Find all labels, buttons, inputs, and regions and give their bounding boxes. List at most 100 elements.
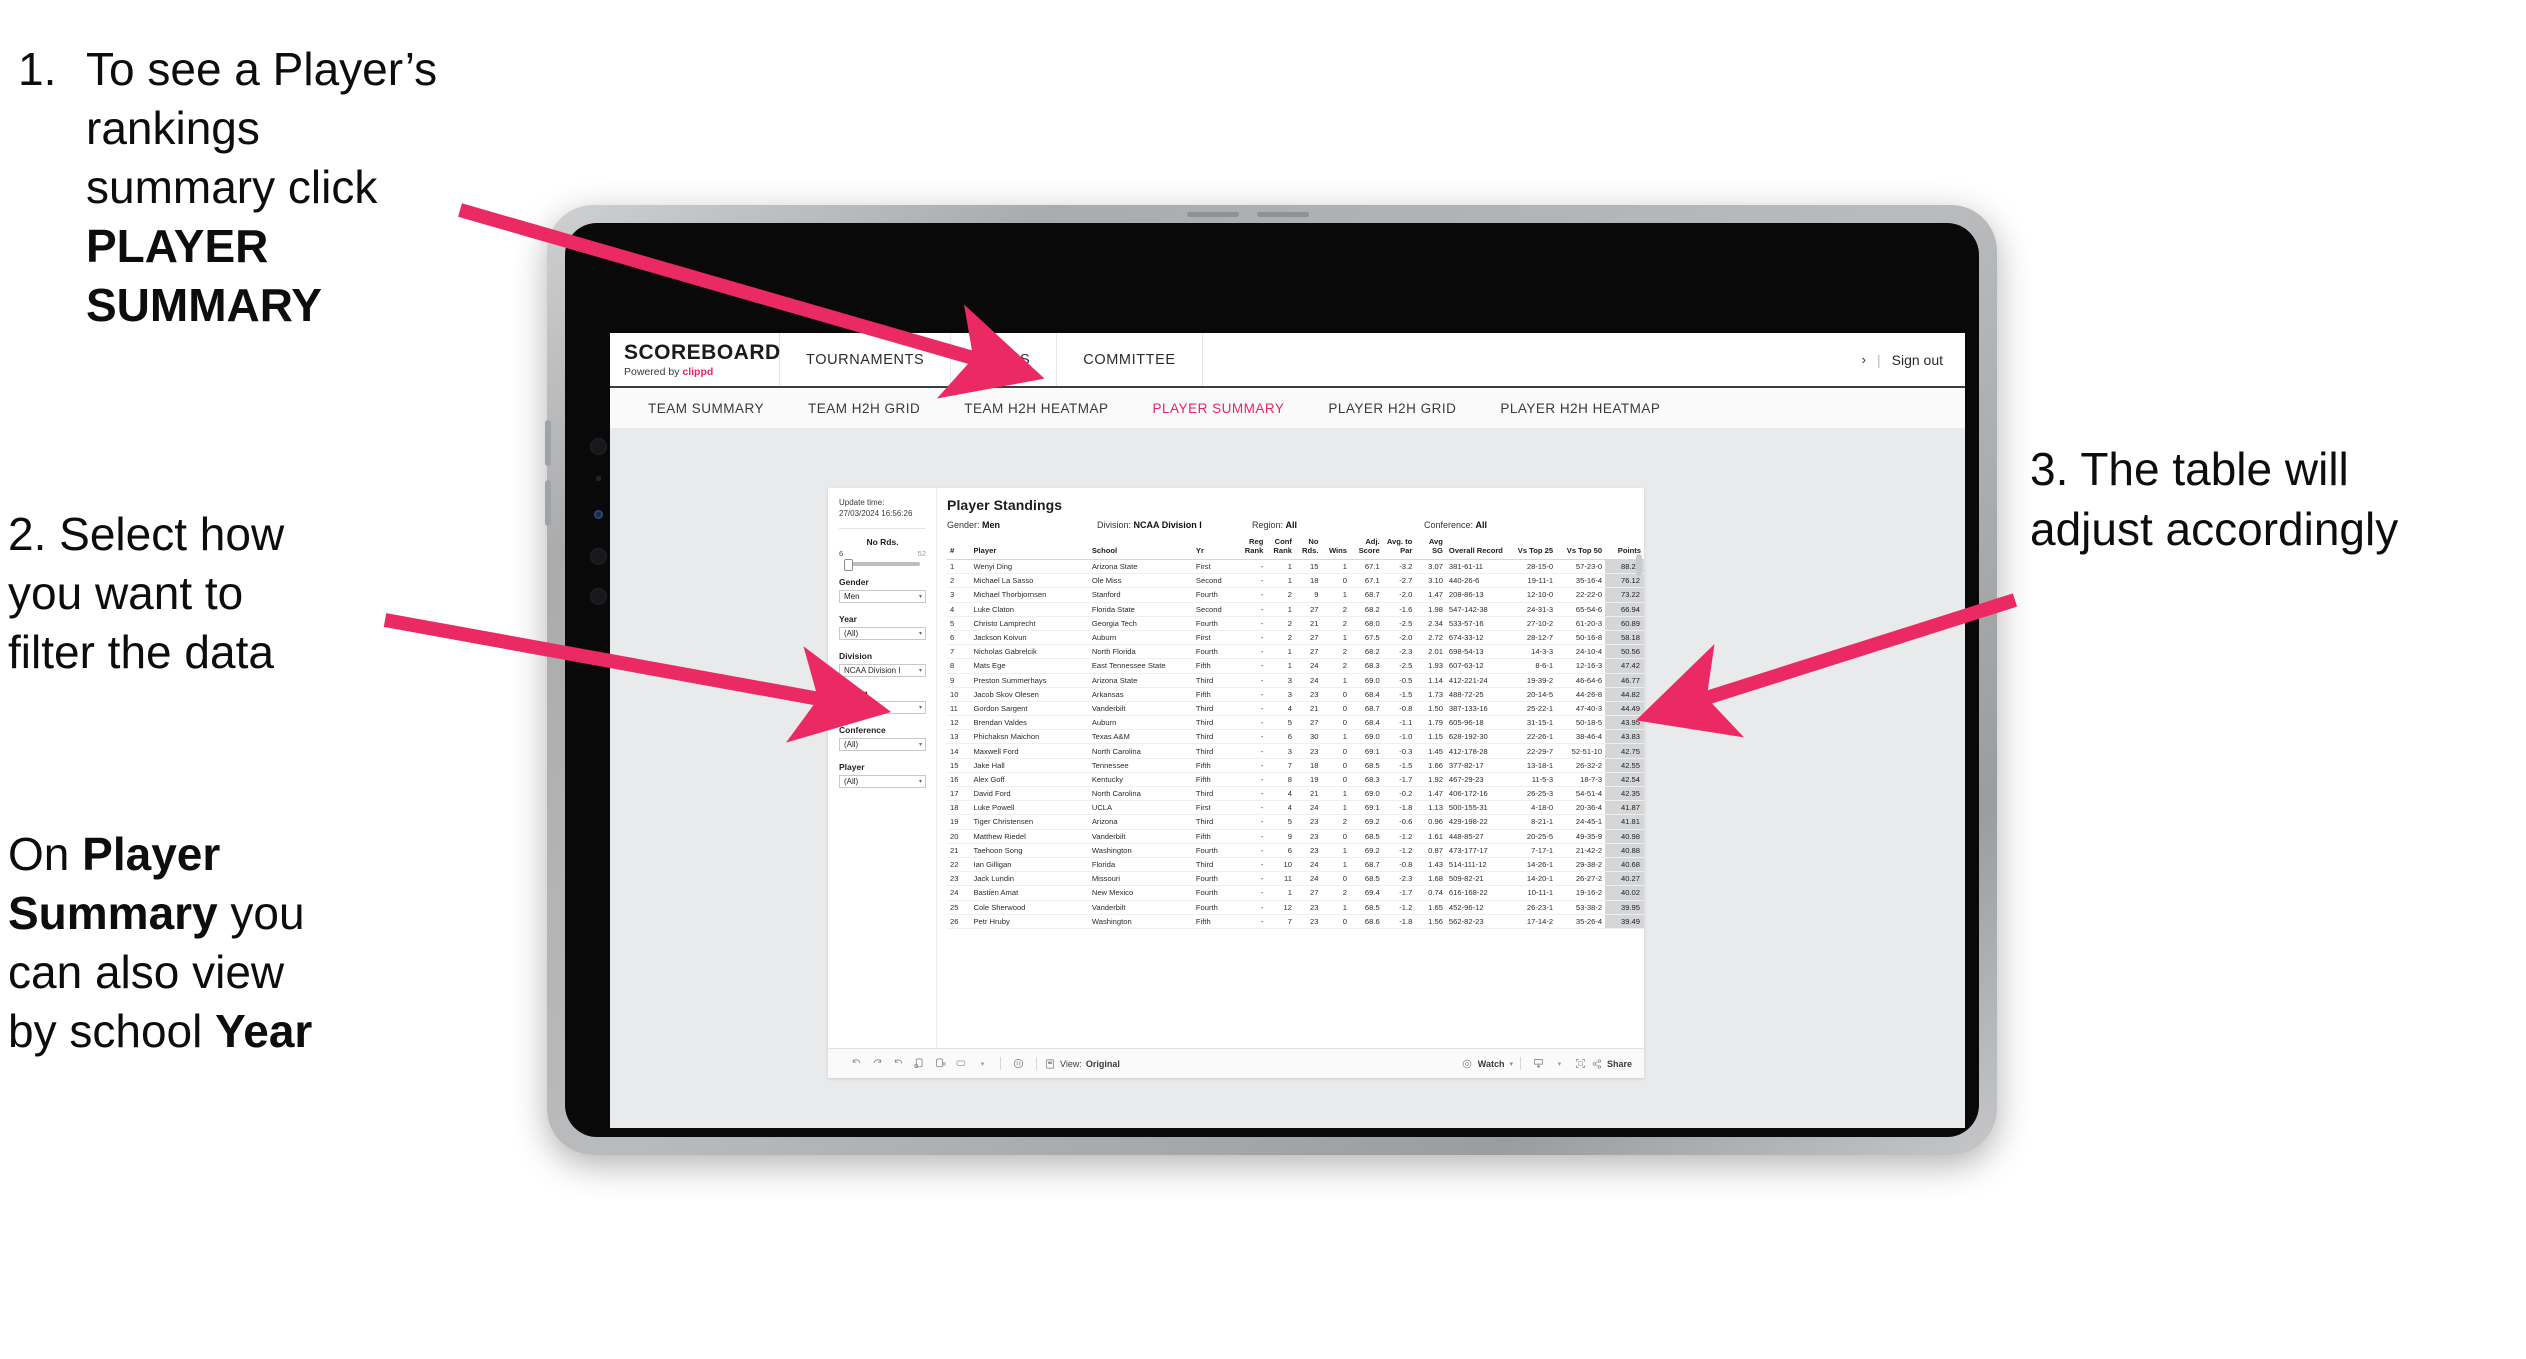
chevron-down-icon[interactable]: ▾ <box>972 1053 993 1074</box>
cell-no-rds: 24 <box>1294 871 1322 887</box>
col-avg-sg[interactable]: Avg SG <box>1415 537 1446 560</box>
tab-team-h2h-grid[interactable]: TEAM H2H GRID <box>786 388 942 428</box>
table-row[interactable]: 22 Ian Gilligan Florida Third -10 24 1 68.7 -0.8… <box>947 857 1644 873</box>
tab-team-h2h-heatmap[interactable]: TEAM H2H HEATMAP <box>942 388 1130 428</box>
fullscreen-icon[interactable] <box>1570 1053 1591 1074</box>
view-control[interactable]: View: Original <box>1044 1058 1120 1070</box>
table-row[interactable]: 24 Bastien Amat New Mexico Fourth -1 27 2 69.4-… <box>947 885 1644 901</box>
table-row[interactable]: 18 Luke Powell UCLA First -4 24 1 69.1 -1.8 1.13 5… <box>947 800 1644 816</box>
col-vs-top-25[interactable]: Vs Top 25 <box>1507 538 1557 560</box>
table-row[interactable]: 15 Jake Hall Tennessee Fifth -7 18 0 68.5 -1.5 1.… <box>947 758 1644 773</box>
chevron-down-icon[interactable]: ▾ <box>1549 1053 1570 1074</box>
col-player[interactable]: Player <box>970 538 1089 560</box>
pause-updates-icon[interactable] <box>930 1053 951 1074</box>
chevron-right-icon[interactable]: › <box>1862 352 1866 367</box>
table-row[interactable]: 23 Jack Lundin Missouri Fourth -11 24 0 68.5 -2.… <box>947 871 1644 887</box>
filter-region: Region N/A ▾ <box>839 688 926 715</box>
revert-icon[interactable] <box>888 1053 909 1074</box>
col-school[interactable]: School <box>1088 538 1193 560</box>
table-row[interactable]: 2 Michael La Sasso Ole Miss Second -1 18 0 67.1… <box>947 573 1644 589</box>
col-vs-top-50[interactable]: Vs Top 50 <box>1556 538 1606 560</box>
table-row[interactable]: 4 Luke Claton Florida State Second -1 27 2 68.2… <box>947 602 1644 617</box>
device-layout-icon[interactable] <box>951 1053 972 1074</box>
pause-icon[interactable] <box>1008 1053 1029 1074</box>
table-row[interactable]: 20 Matthew Riedel Vanderbilt Fifth -9 23 0 68.5… <box>947 829 1644 844</box>
filter-player-select[interactable]: (All) ▾ <box>839 775 926 789</box>
share-button[interactable]: Share <box>1591 1058 1632 1070</box>
cell-school: Missouri <box>1088 871 1193 887</box>
tab-player-summary[interactable]: PLAYER SUMMARY <box>1131 388 1307 428</box>
annotation-1-bold-player: PLAYER <box>86 219 269 272</box>
nav-tournaments[interactable]: TOURNAMENTS <box>780 333 952 386</box>
cell-vs-top-50: 44-26-8 <box>1556 687 1606 702</box>
table-row[interactable]: 10 Jacob Skov Olesen Arkansas Fifth -3 23 0 68.… <box>947 687 1644 702</box>
cell-school: UCLA <box>1088 800 1193 816</box>
watch-button[interactable]: Watch ▾ <box>1461 1058 1513 1070</box>
table-row[interactable]: 3 Michael Thorbjornsen Stanford Fourth -2 9 1 6… <box>947 587 1644 603</box>
col-avg-to-par[interactable]: Avg. to Par <box>1382 537 1416 560</box>
top-nav: TOURNAMENTS TEAMS COMMITTEE <box>780 333 1203 386</box>
table-row[interactable]: 21 Taehoon Song Washington Fourth -6 23 1 69.2-… <box>947 843 1644 858</box>
cell-wins: 0 <box>1321 829 1351 844</box>
table-row[interactable]: 11 Gordon Sargent Vanderbilt Third -4 21 0 68.7… <box>947 701 1644 717</box>
cell-school: Washington <box>1088 843 1193 858</box>
tab-player-h2h-heatmap[interactable]: PLAYER H2H HEATMAP <box>1478 388 1682 428</box>
col-rank[interactable]: # <box>947 538 971 560</box>
table-row[interactable]: 19 Tiger Christensen Arizona Third -5 23 2 69.2… <box>947 814 1644 830</box>
table-row[interactable]: 5 Christo Lamprecht Georgia Tech Fourth -2 21… <box>947 616 1644 631</box>
cell-points: 44.49 <box>1605 701 1644 717</box>
signout-button[interactable]: Sign out <box>1892 352 1943 368</box>
filter-gender-select[interactable]: Men ▾ <box>839 590 926 604</box>
volume-down-button[interactable] <box>545 480 551 526</box>
col-conf-rank[interactable]: Conf Rank <box>1266 537 1295 560</box>
tab-team-summary[interactable]: TEAM SUMMARY <box>626 388 786 428</box>
col-adj-score[interactable]: Adj. Score <box>1350 537 1383 560</box>
table-row[interactable]: 8 Mats Ege East Tennessee State Fifth -1 24 2 6… <box>947 658 1644 674</box>
table-row[interactable]: 25 Cole Sherwood Vanderbilt Fourth -12 23 1 68.… <box>947 900 1644 915</box>
filter-conference-select[interactable]: (All) ▾ <box>839 738 926 752</box>
cell-adj-score: 69.1 <box>1350 800 1383 816</box>
table-row[interactable]: 1 Wenyi Ding Arizona State First -1 15 1 67.1 -3… <box>947 559 1644 575</box>
viz-bottom-toolbar: ▾ View: Original Watch ▾ ▾ Share <box>828 1048 1644 1078</box>
table-row[interactable]: 14 Maxwell Ford North Carolina Third -3 23 0 69… <box>947 743 1644 759</box>
table-row[interactable]: 9 Preston Summerhays Arizona State Third -3 2… <box>947 673 1644 688</box>
volume-up-button[interactable] <box>545 420 551 466</box>
table-row[interactable]: 16 Alex Goff Kentucky Fifth -8 19 0 68.3 -1.7 1.9… <box>947 772 1644 788</box>
col-wins[interactable]: Wins <box>1321 538 1351 560</box>
table-row[interactable]: 26 Petr Hruby Washington Fifth -7 23 0 68.6 -1.8… <box>947 914 1644 929</box>
filter-region-select[interactable]: N/A ▾ <box>839 701 926 715</box>
col-overall-record[interactable]: Overall Record <box>1445 538 1508 560</box>
cell-school: Arkansas <box>1088 687 1193 702</box>
download-icon[interactable] <box>1528 1053 1549 1074</box>
nav-teams[interactable]: TEAMS <box>951 333 1058 386</box>
cell-adj-score: 68.3 <box>1350 772 1383 788</box>
cell-avg-sg: 1.68 <box>1415 871 1446 887</box>
cell-school: North Florida <box>1088 644 1193 660</box>
col-no-rds[interactable]: No Rds. <box>1294 537 1322 560</box>
undo-icon[interactable] <box>846 1053 867 1074</box>
cell-player: Christo Lamprecht <box>970 616 1089 631</box>
refresh-data-icon[interactable] <box>909 1053 930 1074</box>
redo-icon[interactable] <box>867 1053 888 1074</box>
table-scrollbar[interactable] <box>1636 554 1642 576</box>
brand-logo[interactable]: SCOREBOARD Powered by clippd <box>610 333 780 386</box>
no-rounds-slider[interactable] <box>844 559 920 572</box>
table-row[interactable]: 12 Brendan Valdes Auburn Third -5 27 0 68.4 -1.1… <box>947 715 1644 731</box>
no-rounds-slider-handle[interactable] <box>844 559 853 572</box>
cell-overall-record: 377-82-17 <box>1445 758 1508 773</box>
table-row[interactable]: 13 Phichaksn Maichon Texas A&M Third -6 30 1 69… <box>947 729 1644 745</box>
filter-division-select[interactable]: NCAA Division I ▾ <box>839 664 926 678</box>
filter-year-select[interactable]: (All) ▾ <box>839 627 926 641</box>
cell-avg-sg: 1.61 <box>1415 829 1446 844</box>
view-label: View: <box>1060 1058 1082 1069</box>
cell-player: Nicholas Gabrelcik <box>970 644 1089 660</box>
table-row[interactable]: 7 Nicholas Gabrelcik North Florida Fourth -1… <box>947 644 1644 660</box>
col-yr[interactable]: Yr <box>1192 538 1238 560</box>
nav-committee[interactable]: COMMITTEE <box>1057 333 1203 386</box>
cell-vs-top-25: 14-26-1 <box>1507 857 1557 873</box>
tab-player-h2h-grid[interactable]: PLAYER H2H GRID <box>1306 388 1478 428</box>
filter-player-value: (All) <box>844 777 859 787</box>
col-reg-rank[interactable]: Reg Rank <box>1237 537 1267 560</box>
table-row[interactable]: 6 Jackson Koivun Auburn First -2 27 1 67.5 -2.0 2… <box>947 630 1644 646</box>
table-row[interactable]: 17 David Ford North Carolina Third -4 21 1 69.0… <box>947 786 1644 802</box>
